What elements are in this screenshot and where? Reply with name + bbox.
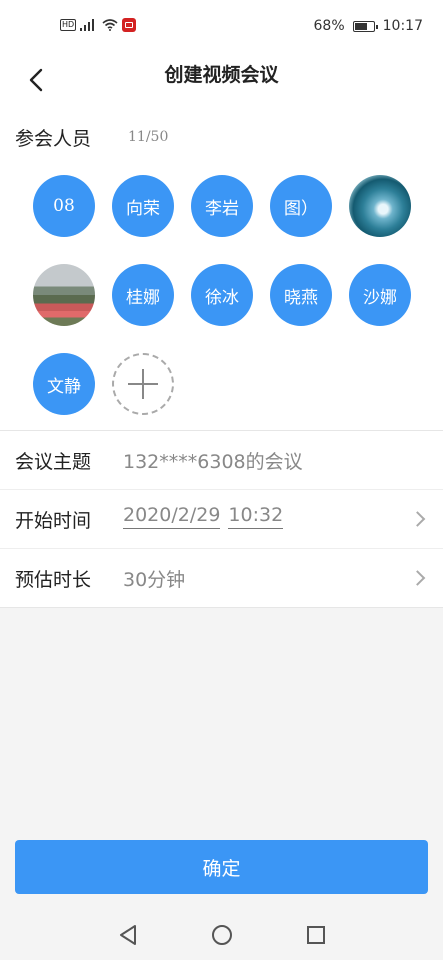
participants-label: 参会人员 xyxy=(15,128,92,150)
status-left: HD xyxy=(60,18,137,32)
square-recents-icon xyxy=(306,926,325,944)
member-avatar-photo[interactable] xyxy=(349,175,411,237)
page-title: 创建视频会议 xyxy=(164,64,279,86)
battery-percent: 68% xyxy=(313,18,345,34)
screen-record-icon xyxy=(122,18,137,32)
member-avatar-photo[interactable] xyxy=(33,264,95,326)
start-time-field[interactable]: 10:32 xyxy=(228,504,284,529)
member-avatar[interactable]: 向荣 xyxy=(112,175,174,237)
meeting-form: 会议主题 132****6308的会议 开始时间 2020/2/29 10:32… xyxy=(0,431,443,608)
start-time-label: 开始时间 xyxy=(15,509,92,532)
nav-bar: 创建视频会议 xyxy=(0,56,443,105)
chevron-right-icon[interactable] xyxy=(409,511,426,527)
system-nav-bar xyxy=(0,910,443,960)
hd-icon: HD xyxy=(60,19,77,31)
back-button[interactable] xyxy=(18,62,54,98)
start-date-field[interactable]: 2020/2/29 xyxy=(123,504,221,529)
start-time-fields: 2020/2/29 10:32 xyxy=(123,504,284,529)
duration-label: 预估时长 xyxy=(15,568,92,591)
participants-section: 参会人员 11/50 08 向荣 李岩 图） 桂娜 徐冰 晓燕 沙娜 文静 xyxy=(0,104,443,431)
member-avatar[interactable]: 晓燕 xyxy=(270,264,332,326)
status-right: 68% 10:17 xyxy=(314,18,423,34)
status-bar: HD 68% 10:17 xyxy=(0,0,443,56)
member-avatar[interactable]: 文静 xyxy=(33,353,95,415)
nav-back-button[interactable] xyxy=(115,922,141,948)
circle-home-icon xyxy=(211,925,232,945)
member-avatar[interactable]: 李岩 xyxy=(191,175,253,237)
topic-label: 会议主题 xyxy=(15,450,92,473)
member-avatar[interactable]: 桂娜 xyxy=(112,264,174,326)
participants-grid: 08 向荣 李岩 图） 桂娜 徐冰 晓燕 沙娜 文静 xyxy=(33,175,411,415)
member-avatar[interactable]: 沙娜 xyxy=(349,264,411,326)
member-avatar[interactable]: 08 xyxy=(33,175,95,237)
battery-fill xyxy=(354,22,367,30)
nav-recents-button[interactable] xyxy=(303,922,329,948)
start-time-row: 开始时间 2020/2/29 10:32 xyxy=(0,490,443,549)
member-avatar[interactable]: 徐冰 xyxy=(191,264,253,326)
clock: 10:17 xyxy=(382,18,423,34)
confirm-button[interactable]: 确定 xyxy=(15,840,428,894)
topic-row[interactable]: 会议主题 132****6308的会议 xyxy=(0,431,443,490)
triangle-back-icon xyxy=(119,925,136,945)
chevron-right-icon[interactable] xyxy=(409,570,426,586)
nav-home-button[interactable] xyxy=(209,922,235,948)
duration-row[interactable]: 预估时长 30分钟 xyxy=(0,549,443,607)
chevron-left-icon xyxy=(29,68,43,92)
battery-icon xyxy=(352,20,378,32)
member-avatar[interactable]: 图） xyxy=(270,175,332,237)
add-member-button[interactable] xyxy=(112,353,174,415)
participants-count: 11/50 xyxy=(128,129,169,145)
signal-icon xyxy=(80,19,95,31)
wifi-icon xyxy=(102,19,118,31)
topic-input[interactable]: 132****6308的会议 xyxy=(123,447,303,474)
duration-value: 30分钟 xyxy=(123,568,186,591)
